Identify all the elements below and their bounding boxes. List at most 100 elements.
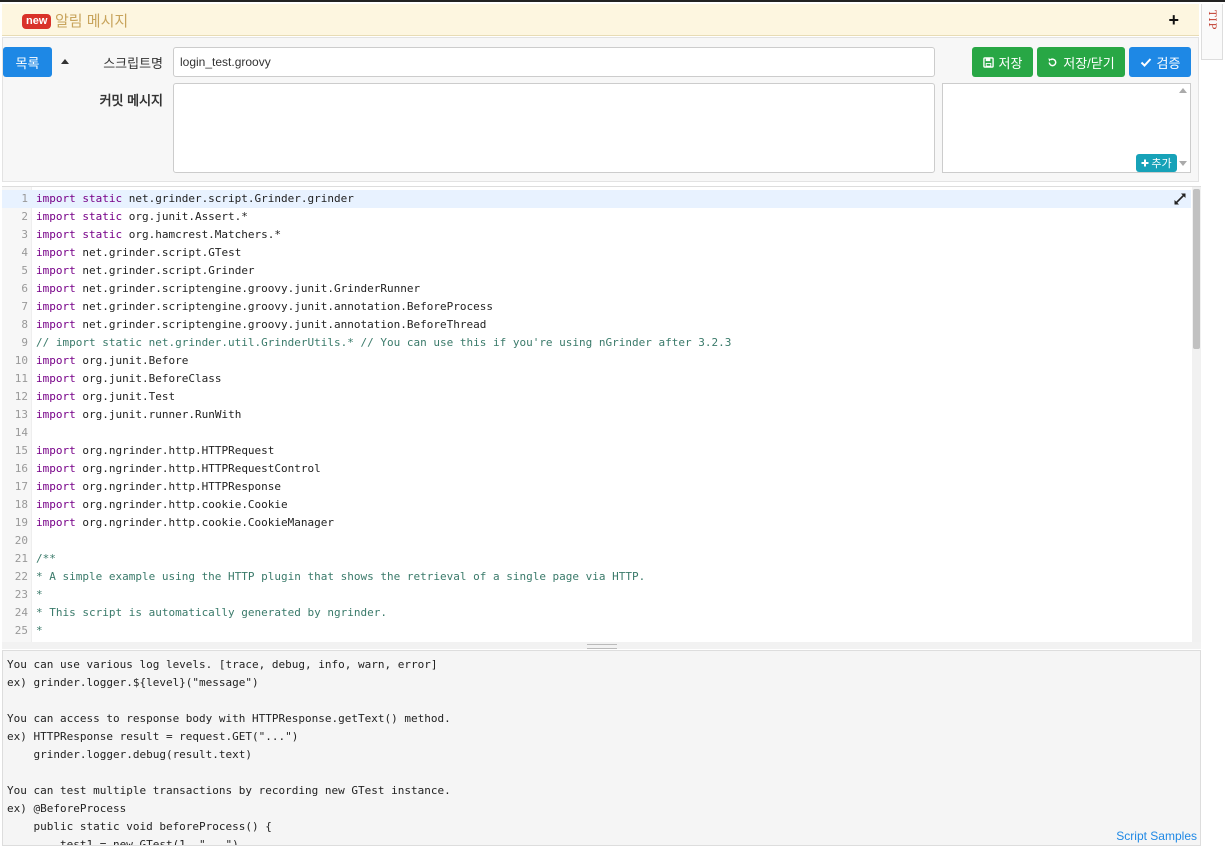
target-host-box[interactable]: 추가 (942, 83, 1191, 173)
code-text: /** (36, 552, 56, 565)
line-number: 19 (14, 516, 28, 529)
code-line[interactable]: 24 * This script is automatically generat… (2, 604, 1191, 622)
code-line[interactable]: 3 import static org.hamcrest.Matchers.* (2, 226, 1191, 244)
code-line[interactable]: 15 import org.ngrinder.http.HTTPRequest (2, 442, 1191, 460)
code-editor[interactable]: 1 import static net.grinder.script.Grinde… (2, 186, 1201, 642)
code-line[interactable]: 11 import org.junit.BeforeClass (2, 370, 1191, 388)
code-text: * (36, 588, 43, 601)
floppy-icon (982, 56, 994, 68)
line-number: 3 (21, 228, 28, 241)
line-number: 25 (14, 624, 28, 637)
code-line[interactable]: 12 import org.junit.Test (2, 388, 1191, 406)
save-close-button[interactable]: 저장/닫기 (1037, 47, 1125, 77)
line-number: 14 (14, 426, 28, 439)
new-badge: new (22, 14, 52, 29)
line-number: 7 (21, 300, 28, 313)
help-line (3, 692, 451, 710)
line-number: 17 (14, 480, 28, 493)
code-line[interactable]: 16 import org.ngrinder.http.HTTPRequestCo… (2, 460, 1191, 478)
line-number: 13 (14, 408, 28, 421)
line-number: 12 (14, 390, 28, 403)
code-line[interactable]: 4 import net.grinder.script.GTest (2, 244, 1191, 262)
code-text: // import static net.grinder.util.Grinde… (36, 336, 732, 349)
line-number: 21 (14, 552, 28, 565)
code-line[interactable]: 22 * A simple example using the HTTP plug… (2, 568, 1191, 586)
code-lines[interactable]: 1 import static net.grinder.script.Grinde… (2, 190, 1191, 640)
line-number: 16 (14, 462, 28, 475)
code-text: import net.grinder.scriptengine.groovy.j… (36, 318, 487, 331)
script-name-label: 스크립트명 (103, 56, 163, 71)
add-host-button-label: 추가 (1151, 158, 1172, 170)
code-text: import net.grinder.script.Grinder (36, 264, 255, 277)
help-line: test1 = new GTest(1, "...") (7, 838, 239, 846)
script-help-panel: You can use various log levels. [trace, … (2, 650, 1201, 846)
help-line: ex) @BeforeProcess (7, 802, 127, 815)
code-line[interactable]: 7 import net.grinder.scriptengine.groovy.… (2, 298, 1191, 316)
editor-scrollbar[interactable] (1192, 187, 1201, 642)
tip-tab[interactable]: TIP (1201, 4, 1223, 60)
code-line[interactable]: 14 (2, 424, 1191, 442)
help-line: ex) grinder.logger.${level}("message") (7, 676, 259, 689)
verify-button[interactable]: 검증 (1129, 47, 1191, 77)
code-text: import net.grinder.script.GTest (36, 246, 242, 259)
script-form: 목록 스크립트명 커밋 메시지 저장 저장/닫기 검증 추가 (2, 37, 1199, 182)
code-line[interactable]: 1 import static net.grinder.script.Grinde… (2, 190, 1191, 208)
code-text: * This script is automatically generated… (36, 606, 387, 619)
scroll-up-icon[interactable] (1179, 88, 1187, 93)
notice-bar: new 알림 메시지 + (2, 4, 1199, 36)
line-number: 24 (14, 606, 28, 619)
code-text: import org.junit.runner.RunWith (36, 408, 242, 421)
code-line[interactable]: 23 * (2, 586, 1191, 604)
notice-expand-button[interactable]: + (1168, 10, 1179, 31)
line-number: 8 (21, 318, 28, 331)
code-text: import org.junit.Test (36, 390, 176, 403)
code-line[interactable]: 10 import org.junit.Before (2, 352, 1191, 370)
save-button-label: 저장 (998, 55, 1023, 71)
add-host-button[interactable]: 추가 (1136, 154, 1177, 172)
verify-button-label: 검증 (1156, 55, 1181, 71)
code-line[interactable]: 19 import org.ngrinder.http.cookie.Cookie… (2, 514, 1191, 532)
code-text: import static net.grinder.script.Grinder… (36, 192, 354, 205)
save-close-button-label: 저장/닫기 (1063, 55, 1115, 71)
line-number: 18 (14, 498, 28, 511)
code-line[interactable]: 6 import net.grinder.scriptengine.groovy.… (2, 280, 1191, 298)
save-button[interactable]: 저장 (972, 47, 1033, 77)
line-number: 2 (21, 210, 28, 223)
code-line[interactable]: 18 import org.ngrinder.http.cookie.Cookie (2, 496, 1191, 514)
check-icon (1140, 57, 1151, 67)
notice-title[interactable]: 알림 메시지 (55, 10, 128, 31)
code-text: import net.grinder.scriptengine.groovy.j… (36, 300, 493, 313)
help-line: You can use various log levels. [trace, … (7, 658, 438, 671)
code-line[interactable]: 5 import net.grinder.script.Grinder (2, 262, 1191, 280)
code-line[interactable]: 20 (2, 532, 1191, 550)
line-number: 11 (14, 372, 28, 385)
code-text: import static org.junit.Assert.* (36, 210, 248, 223)
expand-icon[interactable] (1173, 192, 1187, 206)
commit-message-input[interactable] (173, 83, 935, 173)
script-name-input[interactable] (173, 47, 935, 77)
help-line: public static void beforeProcess() { (7, 820, 272, 833)
code-line[interactable]: 21 /** (2, 550, 1191, 568)
code-text: import org.junit.Before (36, 354, 189, 367)
code-text: * A simple example using the HTTP plugin… (36, 570, 646, 583)
code-line[interactable]: 8 import net.grinder.scriptengine.groovy.… (2, 316, 1191, 334)
code-text: * (36, 624, 43, 637)
line-number: 6 (21, 282, 28, 295)
code-line[interactable]: 25 * (2, 622, 1191, 640)
help-line: grinder.logger.debug(result.text) (7, 748, 253, 761)
help-text: You can use various log levels. [trace, … (3, 656, 451, 846)
code-line[interactable]: 17 import org.ngrinder.http.HTTPResponse (2, 478, 1191, 496)
line-number: 5 (21, 264, 28, 277)
list-button[interactable]: 목록 (3, 47, 52, 77)
help-line: You can access to response body with HTT… (7, 712, 451, 725)
line-number: 9 (21, 336, 28, 349)
plus-icon (1141, 159, 1149, 167)
script-samples-link[interactable]: Script Samples (1116, 829, 1197, 843)
code-line[interactable]: 2 import static org.junit.Assert.* (2, 208, 1191, 226)
code-line[interactable]: 13 import org.junit.runner.RunWith (2, 406, 1191, 424)
code-line[interactable]: 9 // import static net.grinder.util.Grind… (2, 334, 1191, 352)
panel-resize-handle[interactable] (2, 642, 1201, 649)
scroll-down-icon[interactable] (1179, 161, 1187, 166)
code-text: import org.junit.BeforeClass (36, 372, 222, 385)
editor-scrollbar-thumb[interactable] (1193, 189, 1200, 349)
